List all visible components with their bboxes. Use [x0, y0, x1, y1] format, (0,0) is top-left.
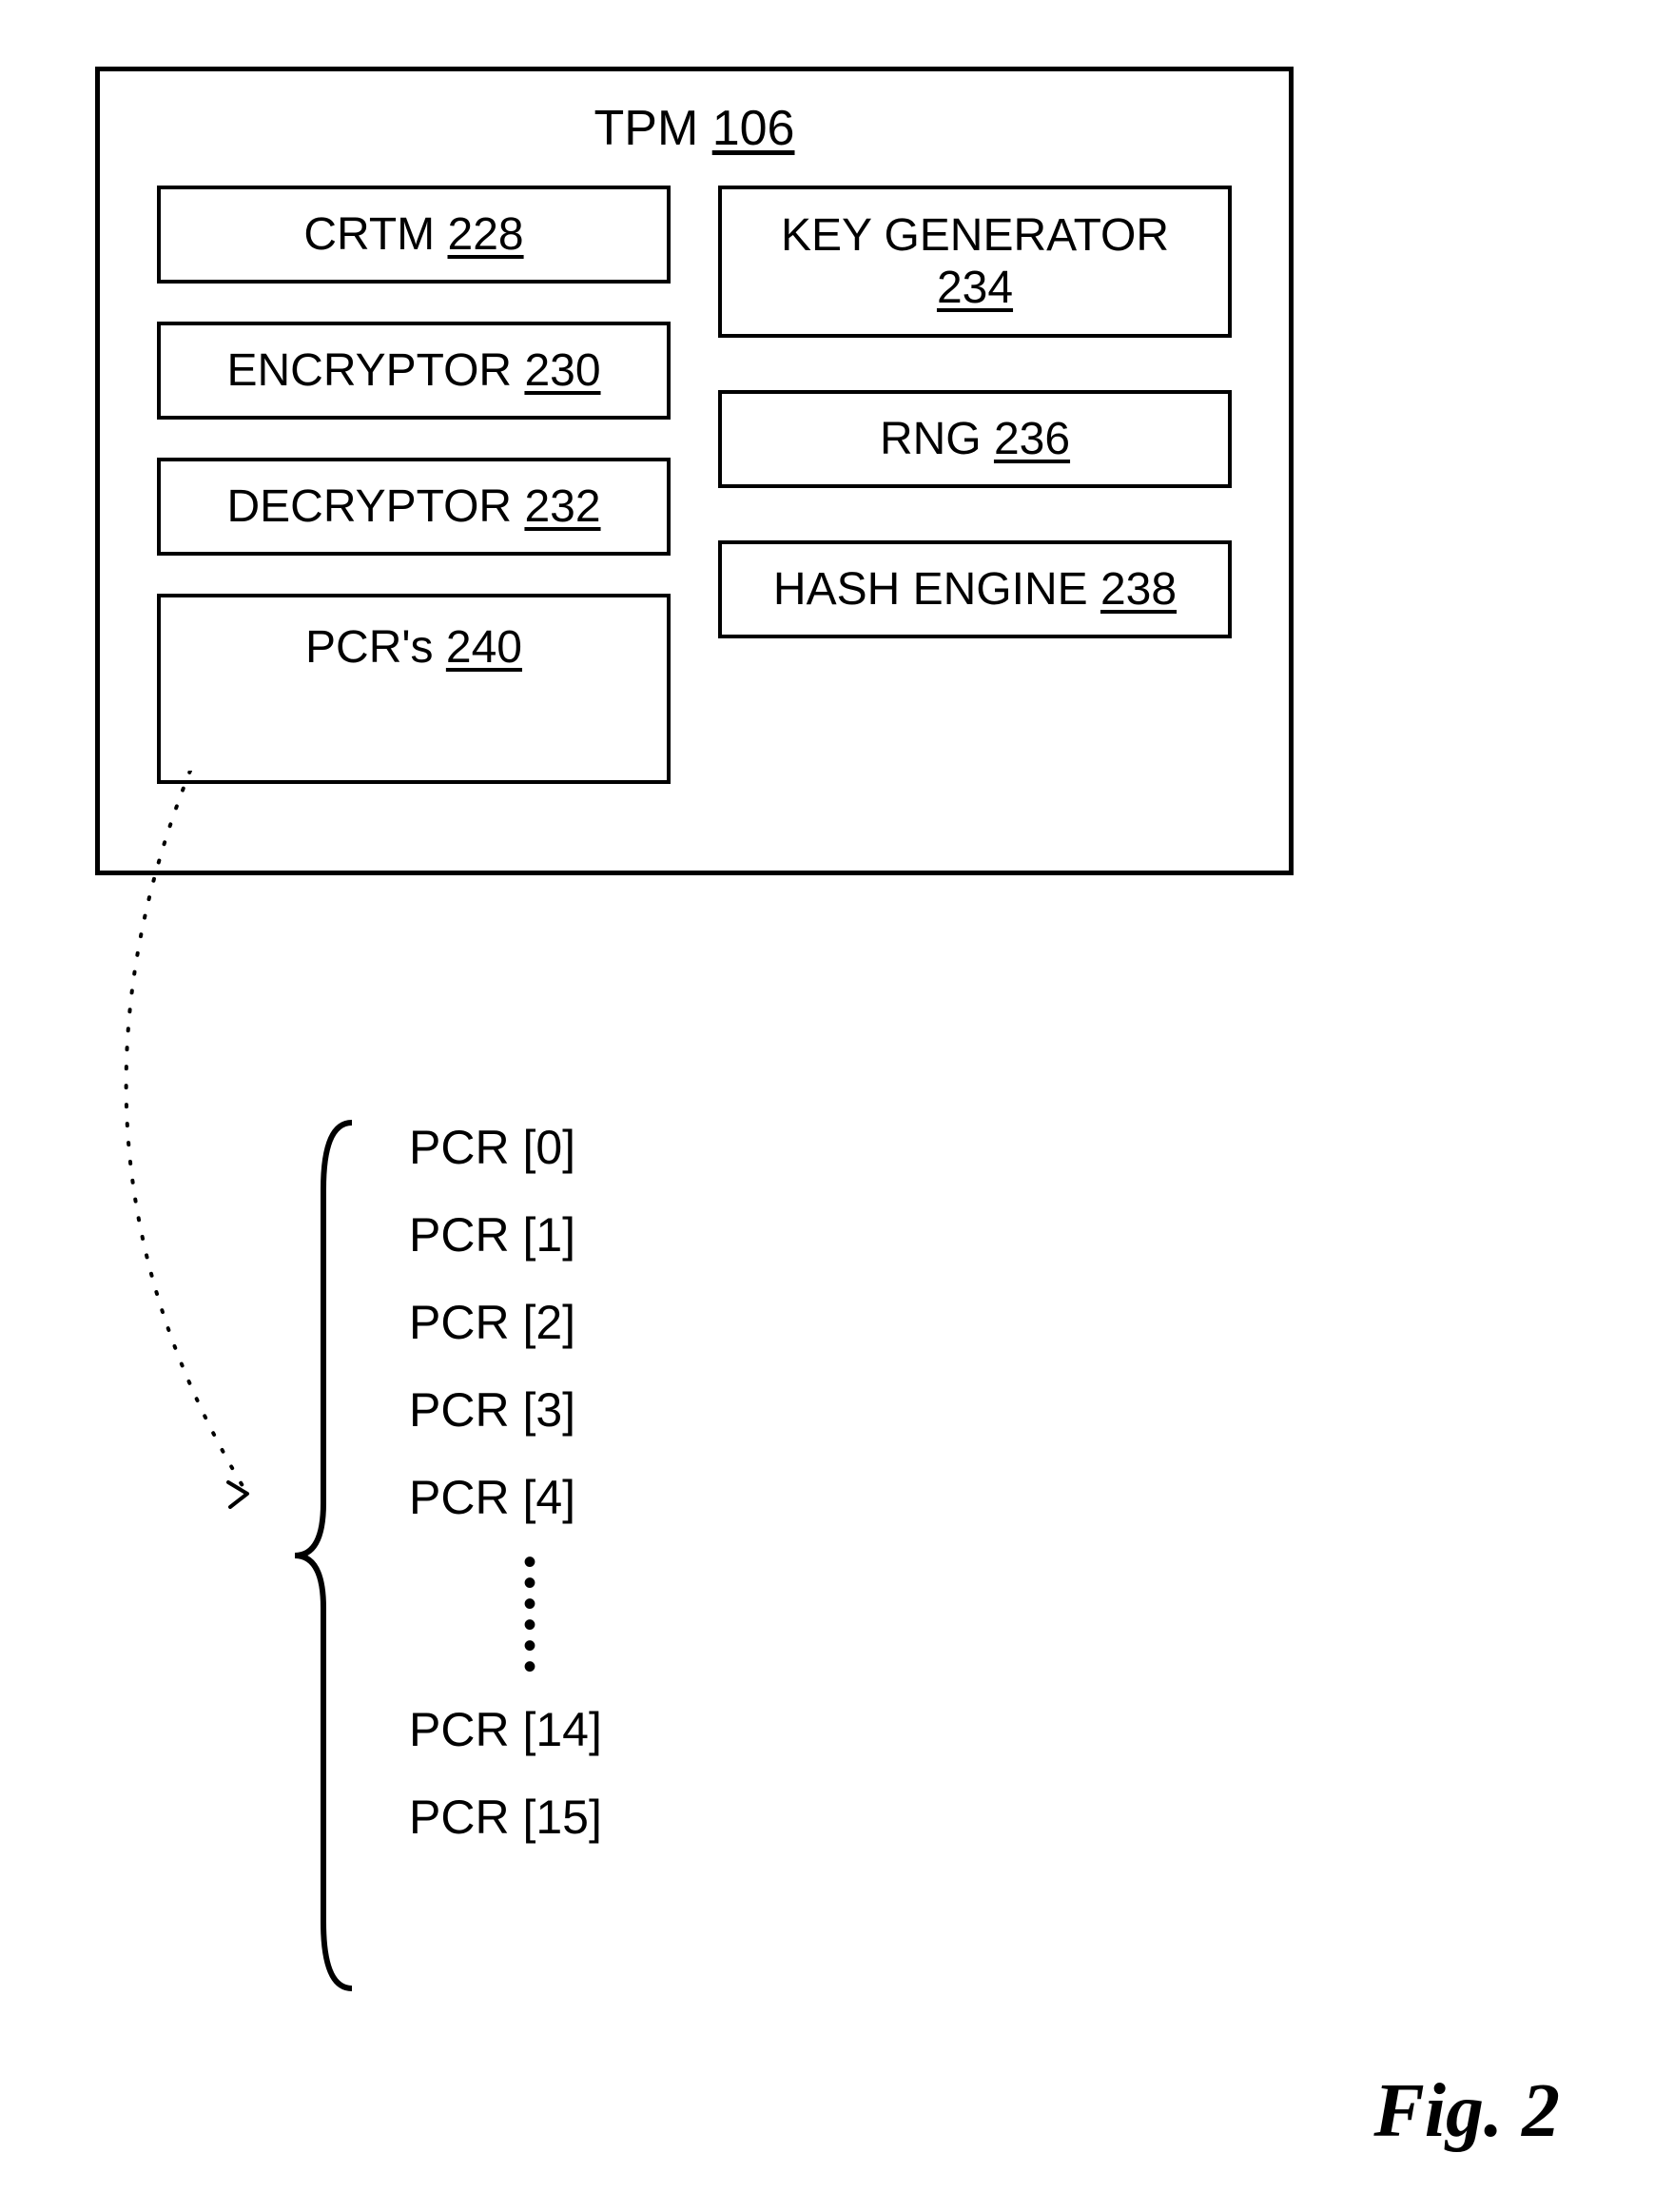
- hash-block: HASH ENGINE 238: [718, 540, 1232, 638]
- pcr-item-0: PCR [0]: [323, 1104, 602, 1191]
- rng-block: RNG 236: [718, 390, 1232, 488]
- crtm-label: CRTM: [303, 209, 447, 260]
- decryptor-num: 232: [524, 481, 600, 532]
- pcrs-block: PCR's 240: [157, 594, 671, 784]
- encryptor-block: ENCRYPTOR 230: [157, 322, 671, 420]
- pcr-list: PCR [0] PCR [1] PCR [2] PCR [3] PCR [4] …: [323, 1104, 602, 1861]
- crtm-block: CRTM 228: [157, 186, 671, 284]
- pcr-item-15: PCR [15]: [323, 1773, 602, 1861]
- keygen-label: KEY GENERATOR: [781, 210, 1169, 261]
- crtm-num: 228: [448, 209, 524, 260]
- encryptor-label: ENCRYPTOR: [226, 345, 524, 396]
- pcr-item-4: PCR [4]: [323, 1454, 602, 1541]
- decryptor-block: DECRYPTOR 232: [157, 458, 671, 556]
- pcrs-num: 240: [446, 622, 522, 673]
- tpm-title: TPM 106: [100, 71, 1289, 186]
- keygen-num: 234: [937, 263, 1013, 313]
- figure-label: Fig. 2: [1373, 2068, 1560, 2155]
- tpm-container: TPM 106 CRTM 228 ENCRYPTOR 230 DECRYPTOR…: [95, 67, 1294, 875]
- rng-label: RNG: [880, 414, 994, 464]
- keygen-block: KEY GENERATOR234: [718, 186, 1232, 338]
- tpm-columns: CRTM 228 ENCRYPTOR 230 DECRYPTOR 232 PCR…: [100, 186, 1289, 784]
- tpm-col-right: KEY GENERATOR234 RNG 236 HASH ENGINE 238: [718, 186, 1232, 784]
- pcr-item-2: PCR [2]: [323, 1279, 602, 1366]
- tpm-title-prefix: TPM: [594, 101, 712, 156]
- rng-num: 236: [994, 414, 1070, 464]
- pcr-item-3: PCR [3]: [323, 1366, 602, 1454]
- tpm-title-num: 106: [712, 101, 795, 156]
- hash-num: 238: [1100, 564, 1177, 615]
- encryptor-num: 230: [524, 345, 600, 396]
- decryptor-label: DECRYPTOR: [226, 481, 524, 532]
- tpm-col-left: CRTM 228 ENCRYPTOR 230 DECRYPTOR 232 PCR…: [157, 186, 671, 784]
- hash-label: HASH ENGINE: [773, 564, 1100, 615]
- pcr-item-14: PCR [14]: [323, 1686, 602, 1773]
- ellipsis-icon: ••••••: [323, 1541, 602, 1686]
- pcrs-label: PCR's: [305, 622, 446, 673]
- pcr-item-1: PCR [1]: [323, 1191, 602, 1279]
